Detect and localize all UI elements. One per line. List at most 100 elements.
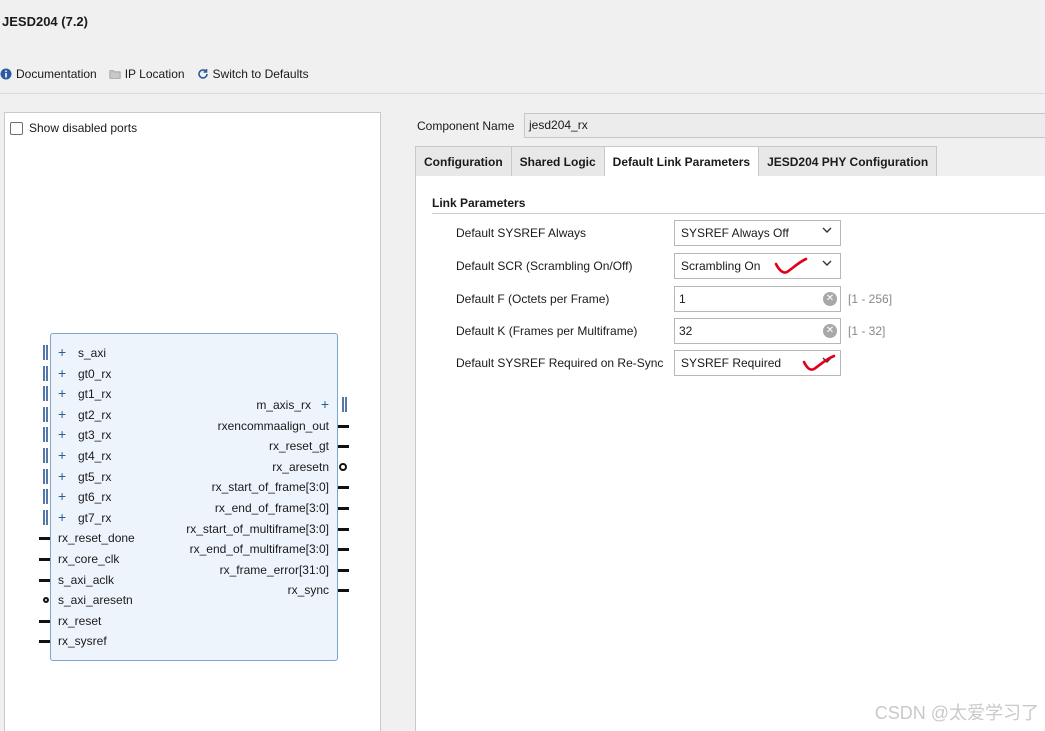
port-label: rx_core_clk <box>58 552 120 566</box>
port-rx-start-of-multiframe-3-0-[interactable]: rx_start_of_multiframe[3:0] <box>186 522 329 536</box>
port-rx-reset-done[interactable]: rx_reset_done <box>58 531 135 545</box>
bus-pin <box>43 468 48 484</box>
refresh-icon <box>197 69 208 79</box>
port-label: gt2_rx <box>78 407 112 422</box>
expand-icon[interactable]: + <box>58 407 70 421</box>
pin <box>39 640 50 644</box>
f-value: 1 <box>679 292 686 306</box>
port-gt6-rx[interactable]: + gt6_rx <box>58 489 111 504</box>
port-rx-aresetn[interactable]: rx_aresetn <box>272 460 329 474</box>
tab-content: Link Parameters Default SYSREF Always SY… <box>415 176 1045 731</box>
documentation-label: Documentation <box>16 67 97 81</box>
port-rx-start-of-frame-3-0-[interactable]: rx_start_of_frame[3:0] <box>212 480 329 494</box>
pin <box>338 445 349 449</box>
bus-pin <box>43 345 48 360</box>
port-rx-end-of-frame-3-0-[interactable]: rx_end_of_frame[3:0] <box>215 501 329 515</box>
port-gt3-rx[interactable]: + gt3_rx <box>58 427 112 443</box>
show-disabled-ports-checkbox[interactable] <box>10 121 23 135</box>
port-s-axi-aclk[interactable]: s_axi_aclk <box>58 573 114 587</box>
tab-jesd204-phy-configuration[interactable]: JESD204 PHY Configuration <box>758 146 938 176</box>
port-gt0-rx[interactable]: + gt0_rx <box>58 366 112 381</box>
pin <box>39 537 50 541</box>
port-rx-end-of-multiframe-3-0-[interactable]: rx_end_of_multiframe[3:0] <box>190 542 329 556</box>
section-divider <box>432 213 1045 214</box>
port-s-axi[interactable]: + s_axi <box>58 345 106 360</box>
sysref-always-select[interactable]: SYSREF Always Off <box>674 220 841 246</box>
ip-block-symbol: + s_axi + gt0_rx + gt1_rx + gt2_rx + gt3_rx + gt4_r… <box>39 333 349 661</box>
port-gt2-rx[interactable]: + gt2_rx <box>58 407 112 422</box>
port-m-axis-rx[interactable]: m_axis_rx + <box>256 397 329 412</box>
expand-icon[interactable]: + <box>58 448 70 462</box>
port-rx-sysref[interactable]: rx_sysref <box>58 634 107 648</box>
port-label: rx_frame_error[31:0] <box>219 562 329 577</box>
section-title: Link Parameters <box>432 196 526 210</box>
pin <box>39 578 50 582</box>
bus-pin <box>43 365 48 381</box>
show-disabled-ports-label: Show disabled ports <box>29 121 138 135</box>
f-input[interactable]: 1 ✕ <box>674 286 841 312</box>
port-label: rx_reset_done <box>58 531 135 546</box>
red-check-annotation <box>802 354 836 371</box>
expand-icon[interactable]: + <box>317 397 329 411</box>
bus-pin <box>43 406 48 422</box>
port-gt5-rx[interactable]: + gt5_rx <box>58 469 112 484</box>
chevron-down-icon <box>822 260 832 266</box>
port-label: rx_end_of_frame[3:0] <box>214 501 329 515</box>
port-gt4-rx[interactable]: + gt4_rx <box>58 448 111 463</box>
f-range: [1 - 256] <box>848 292 893 306</box>
expand-icon[interactable]: + <box>58 386 70 400</box>
show-disabled-ports-row[interactable]: Show disabled ports <box>10 121 137 135</box>
ip-location-button[interactable]: IP Location <box>109 67 185 81</box>
active-low-pin <box>339 462 347 471</box>
sysref-always-label: Default SYSREF Always <box>456 226 587 240</box>
port-label: rx_start_of_frame[3:0] <box>211 480 329 495</box>
port-label: gt3_rx <box>78 428 112 443</box>
port-label: gt7_rx <box>78 510 112 525</box>
port-label: rxencommaalign_out <box>217 418 329 433</box>
red-check-annotation <box>774 257 808 274</box>
port-rx-sync[interactable]: rx_sync <box>288 583 329 597</box>
tab-configuration[interactable]: Configuration <box>415 146 512 176</box>
k-label: Default K (Frames per Multiframe) <box>456 324 638 338</box>
pin <box>338 486 349 490</box>
toolbar-divider <box>0 93 1045 94</box>
port-rxencommaalign-out[interactable]: rxencommaalign_out <box>218 419 329 433</box>
clear-icon[interactable]: ✕ <box>823 292 837 306</box>
port-s-axi-aresetn[interactable]: s_axi_aresetn <box>58 593 133 607</box>
port-label: rx_sysref <box>58 634 107 649</box>
port-label: gt0_rx <box>78 366 112 381</box>
port-rx-core-clk[interactable]: rx_core_clk <box>58 552 119 566</box>
expand-icon[interactable]: + <box>58 469 70 483</box>
expand-icon[interactable]: + <box>58 489 70 503</box>
port-label: s_axi_aclk <box>58 572 115 587</box>
port-gt7-rx[interactable]: + gt7_rx <box>58 510 112 525</box>
documentation-button[interactable]: Documentation <box>0 67 97 81</box>
bus-pin <box>342 397 347 412</box>
pin <box>39 619 50 623</box>
folder-icon <box>109 70 121 79</box>
window-title: JESD204 (7.2) <box>2 14 88 29</box>
k-range: [1 - 32] <box>848 324 886 338</box>
port-rx-frame-error-31-0-[interactable]: rx_frame_error[31:0] <box>220 563 329 577</box>
port-label: gt5_rx <box>78 469 112 484</box>
scr-label: Default SCR (Scrambling On/Off) <box>456 259 633 273</box>
expand-icon[interactable]: + <box>58 366 70 380</box>
tab-shared-logic[interactable]: Shared Logic <box>510 146 605 176</box>
watermark: CSDN @太爱学习了 <box>874 703 1039 723</box>
bus-pin <box>43 489 48 505</box>
expand-icon[interactable]: + <box>58 510 70 524</box>
component-name-field[interactable]: jesd204_rx <box>524 113 1045 138</box>
port-gt1-rx[interactable]: + gt1_rx <box>58 386 111 401</box>
expand-icon[interactable]: + <box>58 427 70 441</box>
port-rx-reset[interactable]: rx_reset <box>58 614 101 628</box>
sysref-resync-label: Default SYSREF Required on Re-Sync <box>456 356 664 370</box>
switch-to-defaults-button[interactable]: Switch to Defaults <box>197 67 309 81</box>
component-name-label: Component Name <box>417 119 515 133</box>
expand-icon[interactable]: + <box>58 345 70 359</box>
k-value: 32 <box>679 324 693 338</box>
clear-icon[interactable]: ✕ <box>823 324 837 338</box>
scr-select[interactable]: Scrambling On <box>674 253 841 279</box>
tab-default-link-parameters[interactable]: Default Link Parameters <box>603 146 760 176</box>
port-rx-reset-gt[interactable]: rx_reset_gt <box>269 439 329 453</box>
k-input[interactable]: 32 ✕ <box>674 318 841 344</box>
